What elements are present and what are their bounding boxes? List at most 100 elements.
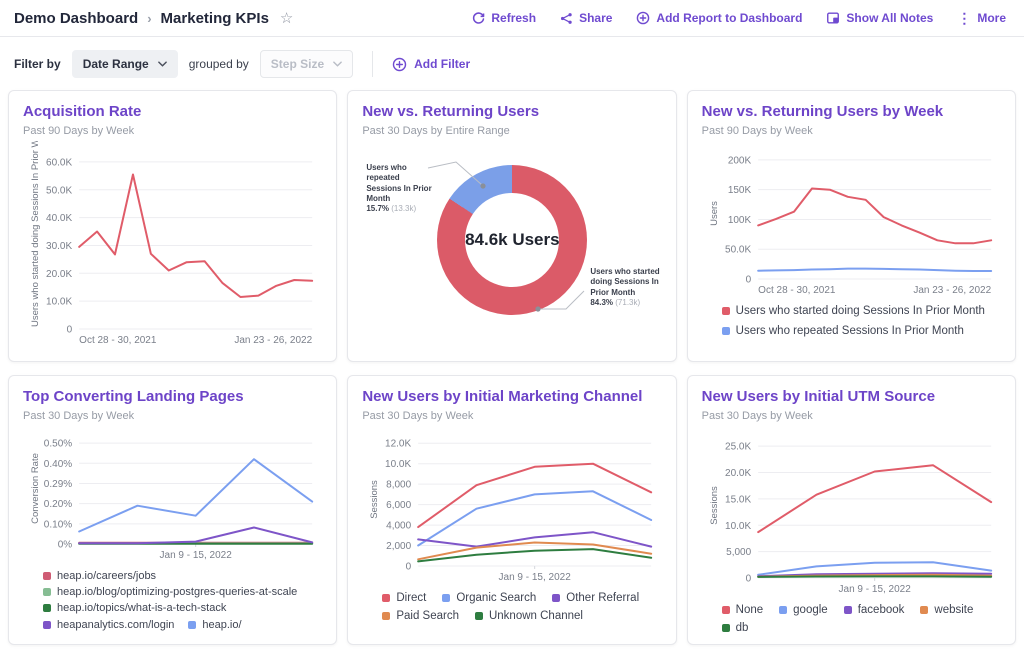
step-size-value: Step Size bbox=[271, 57, 324, 71]
slice-label: Users who started doing Sessions In Prio… bbox=[590, 267, 662, 298]
report-title[interactable]: Top Converting Landing Pages bbox=[23, 388, 322, 407]
legend-label: Users who started doing Sessions In Prio… bbox=[736, 304, 985, 319]
breadcrumb-dashboard-link[interactable]: Demo Dashboard bbox=[14, 10, 138, 27]
donut-callout-returning: Users who repeated Sessions In Prior Mon… bbox=[366, 163, 434, 215]
report-card-acquisition-rate[interactable]: Acquisition Rate Past 90 Days by Week 01… bbox=[8, 90, 337, 362]
show-all-notes-label: Show All Notes bbox=[846, 11, 933, 25]
report-subtitle: Past 30 Days by Week bbox=[362, 410, 661, 422]
breadcrumb: Demo Dashboard › Marketing KPIs ☆ bbox=[14, 9, 293, 27]
legend-label: heap.io/topics/what-is-a-tech-stack bbox=[57, 601, 226, 615]
svg-text:Jan 9 - 15, 2022: Jan 9 - 15, 2022 bbox=[838, 584, 911, 595]
svg-text:Jan 23 - 26, 2022: Jan 23 - 26, 2022 bbox=[234, 335, 312, 346]
svg-text:0.40%: 0.40% bbox=[44, 459, 72, 470]
report-title[interactable]: New Users by Initial UTM Source bbox=[702, 388, 1001, 407]
svg-text:Sessions: Sessions bbox=[709, 486, 720, 525]
legend-item[interactable]: google bbox=[779, 603, 828, 618]
svg-text:Jan 9 - 15, 2022: Jan 9 - 15, 2022 bbox=[160, 550, 233, 561]
legend-item[interactable]: Organic Search bbox=[442, 591, 536, 606]
top-converting-landing-pages-line-chart[interactable]: 0%0.10%0.20%0.29%0.40%0.50%Conversion Ra… bbox=[23, 426, 322, 564]
date-range-select[interactable]: Date Range bbox=[72, 50, 178, 78]
plus-circle-icon bbox=[636, 11, 650, 25]
svg-text:0: 0 bbox=[406, 561, 412, 572]
favorite-star-icon[interactable]: ☆ bbox=[280, 9, 293, 27]
legend-item[interactable]: Other Referral bbox=[552, 591, 639, 606]
slice-count: (71.3k) bbox=[615, 298, 640, 307]
report-card-new-vs-returning-users-by-week[interactable]: New vs. Returning Users by Week Past 90 … bbox=[687, 90, 1016, 362]
legend-item[interactable]: Paid Search bbox=[382, 609, 459, 624]
report-card-new-vs-returning-users[interactable]: New vs. Returning Users Past 30 Days by … bbox=[347, 90, 676, 362]
page-header: Demo Dashboard › Marketing KPIs ☆ Refres… bbox=[0, 0, 1024, 36]
report-subtitle: Past 90 Days by Week bbox=[23, 125, 322, 137]
svg-text:0: 0 bbox=[745, 573, 751, 584]
legend-label: Organic Search bbox=[456, 591, 536, 606]
report-title[interactable]: Acquisition Rate bbox=[23, 103, 322, 122]
slice-percent: 84.3% bbox=[590, 298, 613, 307]
report-card-new-users-by-initial-marketing-channel[interactable]: New Users by Initial Marketing Channel P… bbox=[347, 375, 676, 645]
report-card-top-converting-landing-pages[interactable]: Top Converting Landing Pages Past 30 Day… bbox=[8, 375, 337, 645]
legend-item[interactable]: facebook bbox=[844, 603, 905, 618]
legend-item[interactable]: db bbox=[722, 621, 749, 636]
legend-item[interactable]: None bbox=[722, 603, 764, 618]
utm-source-line-chart[interactable]: 05,00010.0K15.0K20.0K25.0KSessionsJan 9 … bbox=[702, 426, 1001, 598]
legend-item[interactable]: heap.io/topics/what-is-a-tech-stack bbox=[43, 601, 226, 615]
legend-item[interactable]: heap.io/careers/jobs bbox=[43, 569, 156, 583]
svg-text:5,000: 5,000 bbox=[726, 547, 751, 558]
legend-swatch bbox=[475, 612, 483, 620]
legend-item[interactable]: website bbox=[920, 603, 973, 618]
acquisition-rate-line-chart[interactable]: 010.0K20.0K30.0K40.0K50.0K60.0KUsers who… bbox=[23, 141, 322, 349]
legend-label: heap.io/blog/optimizing-postgres-queries… bbox=[57, 585, 297, 599]
legend-item[interactable]: heap.io/blog/optimizing-postgres-queries… bbox=[43, 585, 297, 599]
more-button[interactable]: ⋮ More bbox=[957, 10, 1006, 27]
legend-item[interactable]: Users who started doing Sessions In Prio… bbox=[722, 304, 1001, 319]
report-title[interactable]: New Users by Initial Marketing Channel bbox=[362, 388, 661, 407]
legend-item[interactable]: heapanalytics.com/login bbox=[43, 618, 174, 632]
svg-text:0.29%: 0.29% bbox=[44, 479, 72, 490]
refresh-icon bbox=[472, 12, 485, 25]
legend-label: website bbox=[934, 603, 973, 618]
svg-text:150K: 150K bbox=[727, 185, 751, 196]
svg-text:60.0K: 60.0K bbox=[46, 157, 72, 168]
date-range-value: Date Range bbox=[83, 57, 149, 71]
svg-text:12.0K: 12.0K bbox=[385, 438, 411, 449]
share-icon bbox=[560, 12, 573, 25]
legend-item[interactable]: Unknown Channel bbox=[475, 609, 583, 624]
legend-item[interactable]: heap.io/ bbox=[188, 618, 241, 632]
donut-ring[interactable]: 84.6k Users bbox=[437, 165, 587, 315]
legend-item[interactable]: Users who repeated Sessions In Prior Mon… bbox=[722, 324, 1001, 339]
slice-count: (13.3k) bbox=[391, 204, 416, 213]
share-button[interactable]: Share bbox=[560, 11, 612, 25]
legend-label: Unknown Channel bbox=[489, 609, 583, 624]
marketing-channel-line-chart[interactable]: 02,0004,0006,0008,00010.0K12.0KSessionsJ… bbox=[362, 426, 661, 586]
svg-text:40.0K: 40.0K bbox=[46, 213, 72, 224]
svg-text:0.10%: 0.10% bbox=[44, 519, 72, 530]
legend-swatch bbox=[722, 624, 730, 632]
refresh-button[interactable]: Refresh bbox=[472, 11, 536, 25]
show-all-notes-button[interactable]: Show All Notes bbox=[826, 11, 933, 25]
report-title[interactable]: New vs. Returning Users by Week bbox=[702, 103, 1001, 122]
report-card-new-users-by-initial-utm-source[interactable]: New Users by Initial UTM Source Past 30 … bbox=[687, 375, 1016, 645]
donut-callout-new: Users who started doing Sessions In Prio… bbox=[590, 267, 662, 309]
legend-swatch bbox=[920, 606, 928, 614]
donut-center-label: 84.6k Users bbox=[465, 230, 560, 250]
legend-swatch bbox=[779, 606, 787, 614]
legend-label: google bbox=[793, 603, 828, 618]
legend-item[interactable]: Direct bbox=[382, 591, 426, 606]
svg-text:10.0K: 10.0K bbox=[725, 521, 751, 532]
refresh-label: Refresh bbox=[491, 11, 536, 25]
svg-text:25.0K: 25.0K bbox=[725, 441, 751, 452]
new-vs-returning-by-week-line-chart[interactable]: 050.0K100K150K200KUsersOct 28 - 30, 2021… bbox=[702, 141, 1001, 299]
legend-label: heapanalytics.com/login bbox=[57, 618, 174, 632]
svg-text:Sessions: Sessions bbox=[369, 480, 380, 519]
plus-circle-icon bbox=[392, 57, 407, 72]
donut-hole: 84.6k Users bbox=[465, 193, 559, 287]
legend-label: Direct bbox=[396, 591, 426, 606]
add-filter-button[interactable]: Add Filter bbox=[392, 57, 470, 72]
add-report-button[interactable]: Add Report to Dashboard bbox=[636, 11, 802, 25]
svg-text:10.0K: 10.0K bbox=[46, 296, 72, 307]
svg-text:Oct 28 - 30, 2021: Oct 28 - 30, 2021 bbox=[758, 285, 836, 296]
new-vs-returning-donut-chart[interactable]: 84.6k Users Users who repeated Sessions … bbox=[362, 141, 661, 347]
step-size-select[interactable]: Step Size bbox=[260, 50, 353, 78]
report-title[interactable]: New vs. Returning Users bbox=[362, 103, 661, 122]
svg-text:Oct 28 - 30, 2021: Oct 28 - 30, 2021 bbox=[79, 335, 157, 346]
legend-swatch bbox=[844, 606, 852, 614]
